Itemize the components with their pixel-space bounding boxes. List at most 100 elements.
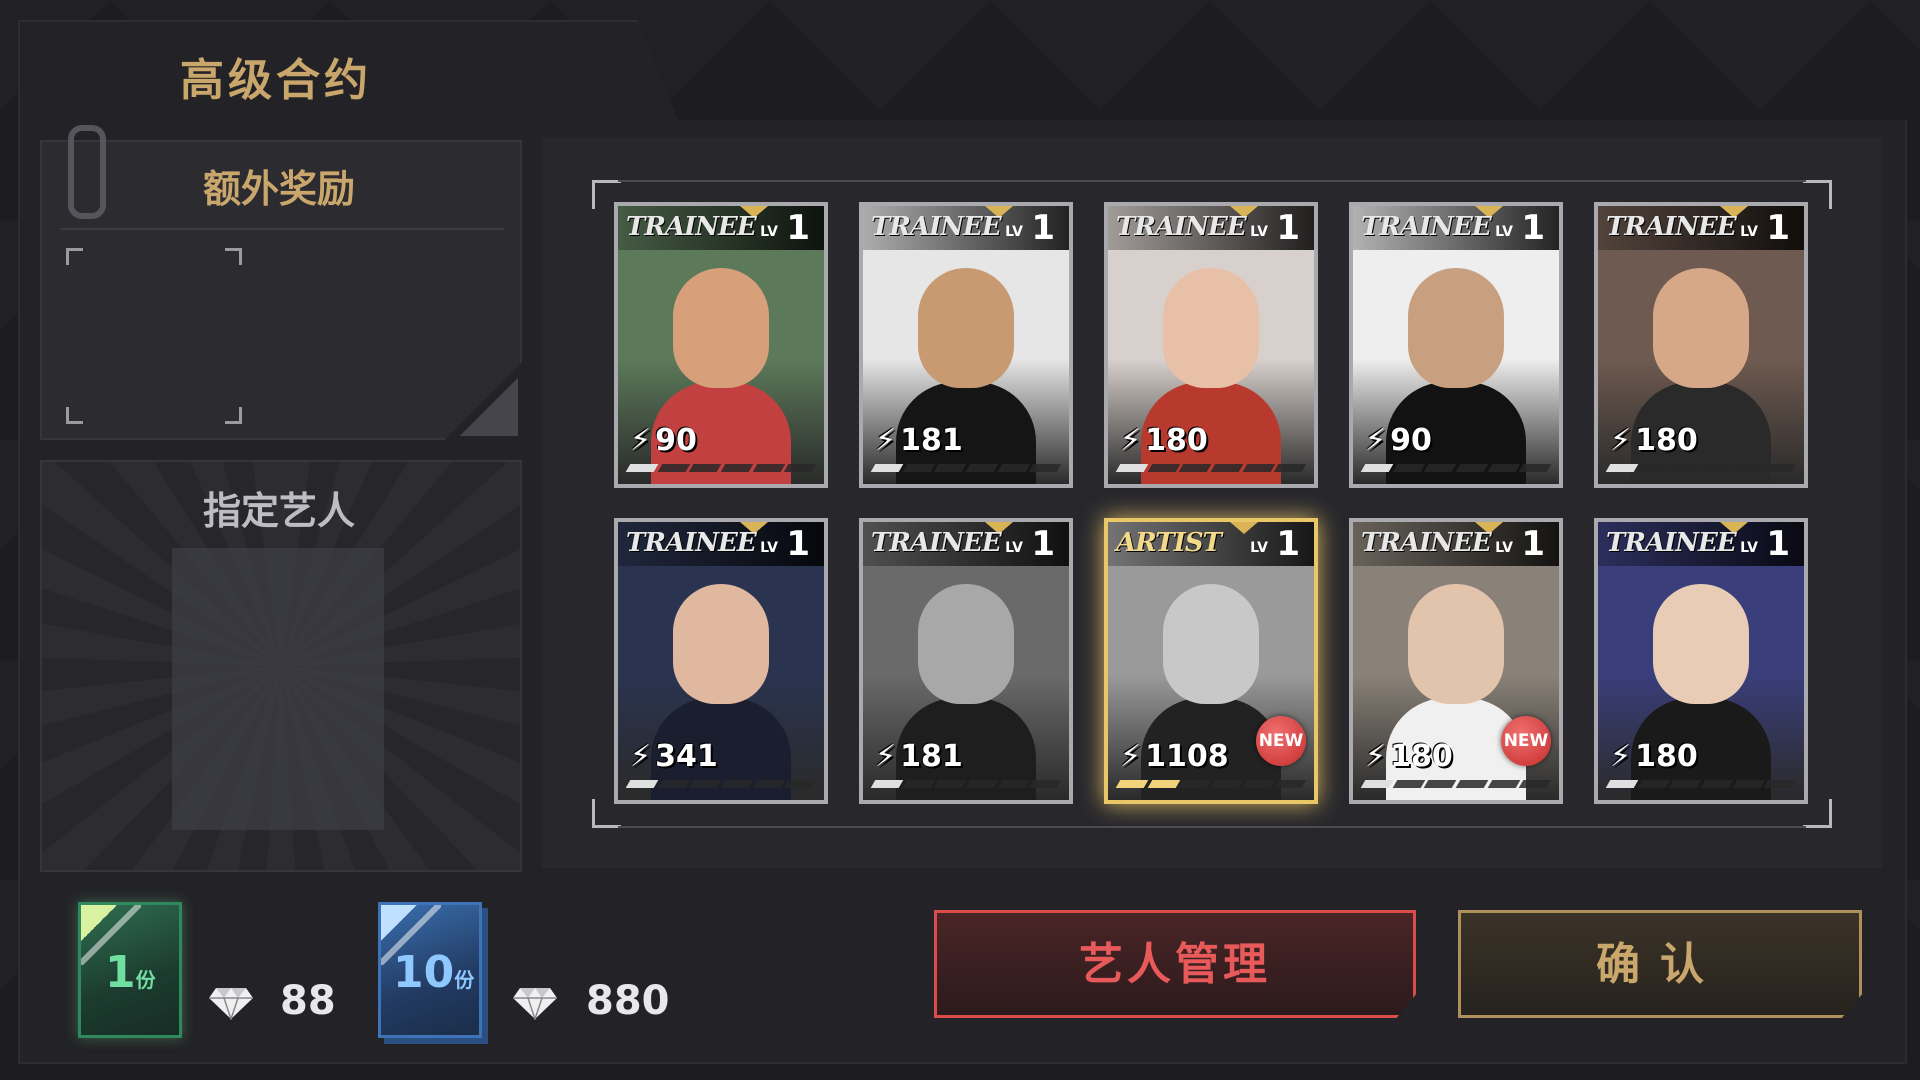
bolt-icon: ⚡ bbox=[630, 739, 652, 774]
card-lv-label: LV bbox=[1005, 540, 1023, 556]
card-figure-head bbox=[1408, 584, 1504, 704]
card-figure-head bbox=[673, 268, 769, 388]
ten-price: 880 bbox=[586, 978, 670, 1024]
single-unit: 份 bbox=[135, 968, 156, 992]
card-brand: TRAINEE bbox=[1361, 212, 1492, 242]
card-brand: TRAINEE bbox=[626, 212, 757, 242]
card-progress-bars bbox=[1360, 464, 1552, 472]
card-power-value: 180 bbox=[1635, 423, 1698, 458]
bolt-icon: ⚡ bbox=[1610, 739, 1632, 774]
card-power: ⚡ 180 bbox=[1120, 423, 1208, 458]
page-fold-decoration bbox=[460, 378, 518, 436]
card-lv-label: LV bbox=[1005, 224, 1023, 240]
bolt-icon: ⚡ bbox=[1365, 739, 1387, 774]
card-figure-head bbox=[673, 584, 769, 704]
ten-contract-ticket[interactable]: 10份 bbox=[378, 902, 482, 1038]
card-power: ⚡ 1108 bbox=[1120, 739, 1229, 774]
card-level: 1 bbox=[1031, 524, 1055, 564]
artist-card[interactable]: TRAINEE LV 1 ⚡ 180 bbox=[1594, 518, 1808, 804]
artist-card[interactable]: TRAINEE LV 1 ⚡ 90 bbox=[614, 202, 828, 488]
card-brand: ARTIST bbox=[1116, 528, 1222, 558]
card-power-value: 181 bbox=[900, 739, 963, 774]
card-level: 1 bbox=[786, 208, 810, 248]
artist-card[interactable]: TRAINEE LV 1 ⚡ 90 bbox=[1349, 202, 1563, 488]
bolt-icon: ⚡ bbox=[630, 423, 652, 458]
card-figure-head bbox=[918, 268, 1014, 388]
card-power: ⚡ 181 bbox=[875, 423, 963, 458]
card-lv-label: LV bbox=[1250, 540, 1268, 556]
card-rank-marker bbox=[1230, 522, 1258, 534]
card-power: ⚡ 180 bbox=[1610, 423, 1698, 458]
diamond-icon bbox=[209, 988, 253, 1020]
card-level: 1 bbox=[1766, 208, 1790, 248]
artist-card[interactable]: TRAINEE LV 1 ⚡ 180 bbox=[1104, 202, 1318, 488]
card-level: 1 bbox=[1276, 524, 1300, 564]
card-power-value: 180 bbox=[1390, 739, 1453, 774]
artist-card[interactable]: ARTIST LV 1 ⚡ 1108 NEW bbox=[1104, 518, 1318, 804]
card-brand: TRAINEE bbox=[871, 212, 1002, 242]
card-progress-bars bbox=[625, 780, 817, 788]
card-progress-bars bbox=[1115, 780, 1307, 788]
bonus-divider bbox=[60, 228, 504, 230]
artist-card[interactable]: TRAINEE LV 1 ⚡ 341 bbox=[614, 518, 828, 804]
diamond-icon bbox=[513, 988, 557, 1020]
card-lv-label: LV bbox=[1250, 224, 1268, 240]
card-level: 1 bbox=[1031, 208, 1055, 248]
confirm-button[interactable]: 确认 bbox=[1458, 910, 1862, 1018]
card-power-value: 181 bbox=[900, 423, 963, 458]
artist-card[interactable]: TRAINEE LV 1 ⚡ 180 bbox=[1594, 202, 1808, 488]
card-level: 1 bbox=[786, 524, 810, 564]
card-figure-head bbox=[1653, 268, 1749, 388]
artist-card[interactable]: TRAINEE LV 1 ⚡ 181 bbox=[859, 518, 1073, 804]
card-lv-label: LV bbox=[1495, 540, 1513, 556]
card-power: ⚡ 180 bbox=[1365, 739, 1453, 774]
card-power-value: 341 bbox=[655, 739, 718, 774]
card-brand: TRAINEE bbox=[1116, 212, 1247, 242]
card-brand: TRAINEE bbox=[626, 528, 757, 558]
card-level: 1 bbox=[1276, 208, 1300, 248]
designated-artist-title: 指定艺人 bbox=[202, 489, 355, 533]
card-progress-bars bbox=[625, 464, 817, 472]
card-lv-label: LV bbox=[1740, 224, 1758, 240]
card-lv-label: LV bbox=[760, 224, 778, 240]
card-lv-label: LV bbox=[1740, 540, 1758, 556]
card-power: ⚡ 180 bbox=[1610, 739, 1698, 774]
card-power-value: 90 bbox=[655, 423, 697, 458]
card-power: ⚡ 90 bbox=[630, 423, 697, 458]
designated-artist-slot[interactable] bbox=[172, 548, 384, 830]
card-power-value: 90 bbox=[1390, 423, 1432, 458]
card-level: 1 bbox=[1766, 524, 1790, 564]
bonus-panel-title: 额外奖励 bbox=[202, 167, 355, 211]
ten-unit: 份 bbox=[454, 968, 475, 992]
card-level: 1 bbox=[1521, 524, 1545, 564]
single-contract-ticket[interactable]: 1份 bbox=[78, 902, 182, 1038]
card-figure-head bbox=[1163, 584, 1259, 704]
card-power-value: 180 bbox=[1145, 423, 1208, 458]
card-figure-head bbox=[1408, 268, 1504, 388]
artist-management-button[interactable]: 艺人管理 bbox=[934, 910, 1416, 1018]
bolt-icon: ⚡ bbox=[1610, 423, 1632, 458]
card-power: ⚡ 341 bbox=[630, 739, 718, 774]
new-badge: NEW bbox=[1256, 716, 1306, 766]
card-lv-label: LV bbox=[760, 540, 778, 556]
card-figure-head bbox=[1163, 268, 1259, 388]
card-progress-bars bbox=[1605, 780, 1797, 788]
page-title: 高级合约 bbox=[180, 55, 372, 106]
artist-card[interactable]: TRAINEE LV 1 ⚡ 181 bbox=[859, 202, 1073, 488]
card-power-value: 180 bbox=[1635, 739, 1698, 774]
artist-card[interactable]: TRAINEE LV 1 ⚡ 180 NEW bbox=[1349, 518, 1563, 804]
bolt-icon: ⚡ bbox=[1120, 423, 1142, 458]
card-lv-label: LV bbox=[1495, 224, 1513, 240]
single-count: 1 bbox=[105, 947, 136, 998]
card-brand: TRAINEE bbox=[1361, 528, 1492, 558]
card-progress-bars bbox=[870, 464, 1062, 472]
card-power: ⚡ 90 bbox=[1365, 423, 1432, 458]
card-progress-bars bbox=[1115, 464, 1307, 472]
card-figure-head bbox=[918, 584, 1014, 704]
card-level: 1 bbox=[1521, 208, 1545, 248]
card-brand: TRAINEE bbox=[1606, 212, 1737, 242]
ten-count: 10 bbox=[393, 947, 455, 998]
card-progress-bars bbox=[1605, 464, 1797, 472]
bonus-reward-slot[interactable] bbox=[66, 248, 242, 424]
card-brand: TRAINEE bbox=[871, 528, 1002, 558]
